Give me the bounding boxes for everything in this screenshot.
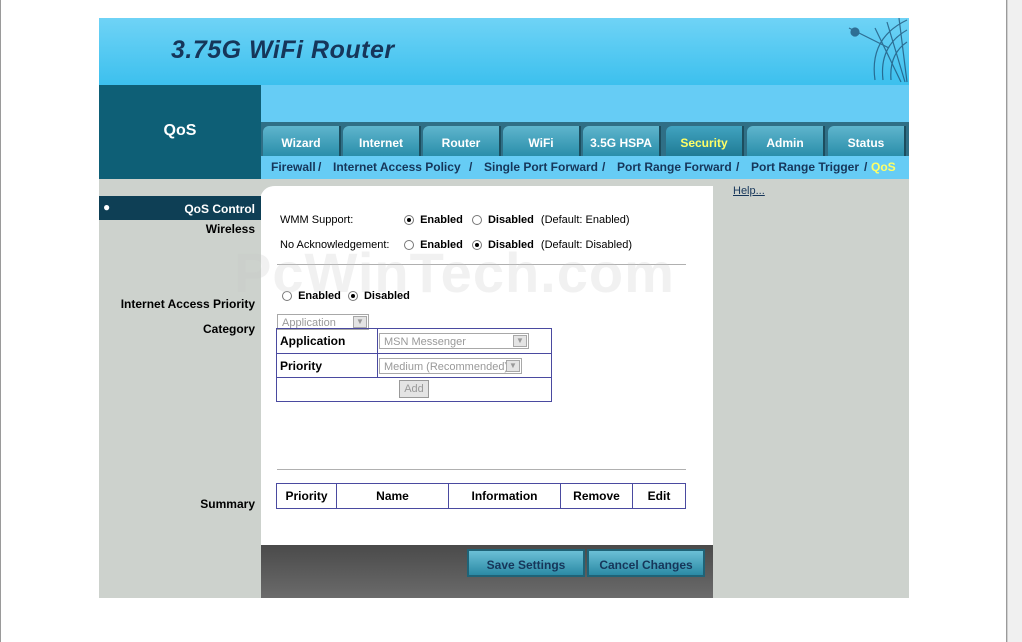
chevron-down-icon: ▼ <box>353 316 367 328</box>
header-row: QoS Wizard Internet Router WiFi 3.5G HSP… <box>99 85 909 179</box>
section-box: QoS <box>99 85 261 179</box>
cancel-changes-button[interactable]: Cancel Changes <box>587 549 705 577</box>
tab-wizard[interactable]: Wizard <box>263 126 341 156</box>
main-tabs: Wizard Internet Router WiFi 3.5G HSPA Se… <box>261 122 909 156</box>
bullet-icon: ● <box>103 200 111 214</box>
divider <box>277 469 686 470</box>
subtab-separator: / <box>602 160 606 174</box>
qos-control-label: QoS Control <box>184 202 255 216</box>
footer-bar: Save Settings Cancel Changes <box>261 545 713 598</box>
priority-select-value: Medium (Recommended) <box>384 360 509 373</box>
save-settings-button[interactable]: Save Settings <box>467 549 585 577</box>
subtab-separator: / <box>864 160 868 174</box>
subtab-internet-access-policy[interactable]: Internet Access Policy <box>333 156 461 179</box>
summary-header-name: Name <box>336 483 449 509</box>
subtab-port-range-trigger[interactable]: Port Range Trigger <box>751 156 859 179</box>
priority-select[interactable]: Medium (Recommended) ▼ <box>379 357 522 374</box>
tab-3.5g-hspa[interactable]: 3.5G HSPA <box>583 126 661 156</box>
wmm-disabled-label: Disabled <box>487 214 534 226</box>
subtab-separator: / <box>736 160 740 174</box>
wmm-support-row: WMM Support: <box>280 214 353 226</box>
qos-control-header: ● QoS Control <box>99 196 261 220</box>
tab-wifi[interactable]: WiFi <box>503 126 581 156</box>
summary-header-priority: Priority <box>276 483 337 509</box>
banner: 3.75G WiFi Router <box>99 18 909 85</box>
category-label: Category <box>202 322 255 336</box>
application-label: Application <box>276 328 378 354</box>
summary-header-remove: Remove <box>560 483 633 509</box>
summary-header-edit: Edit <box>632 483 686 509</box>
watermark: PcWinTech.com <box>234 241 675 304</box>
subtab-qos[interactable]: QoS <box>871 156 896 179</box>
sub-tabs: Firewall / Internet Access Policy / Sing… <box>261 156 909 179</box>
satellite-dish-icon <box>848 18 908 83</box>
subtab-firewall[interactable]: Firewall <box>271 156 316 179</box>
wmm-enabled-label: Enabled <box>420 214 463 226</box>
help-panel: Help... <box>713 179 909 598</box>
tab-security[interactable]: Security <box>666 126 744 156</box>
summary-table: Priority Name Information Remove Edit <box>276 483 686 509</box>
wireless-label: Wireless <box>205 222 255 236</box>
router-title: 3.75G WiFi Router <box>171 36 395 64</box>
application-select-value: MSN Messenger <box>384 336 466 348</box>
wmm-disabled-radio[interactable] <box>471 215 482 225</box>
summary-header-information: Information <box>448 483 561 509</box>
add-cell: Add <box>276 377 552 402</box>
wmm-default-note: (Default: Enabled) <box>540 214 630 226</box>
panel-top-curve <box>261 179 713 195</box>
subtab-port-range-forward[interactable]: Port Range Forward <box>617 156 732 179</box>
chevron-down-icon: ▼ <box>513 335 527 347</box>
wmm-options: Enabled Disabled (Default: Enabled) <box>404 214 630 226</box>
wmm-enabled-radio[interactable] <box>404 215 414 225</box>
section-title: QoS <box>163 122 197 139</box>
tab-status[interactable]: Status <box>828 126 906 156</box>
priority-label: Priority <box>276 353 378 378</box>
subtab-separator: / <box>318 160 322 174</box>
subtab-separator: / <box>469 160 473 174</box>
subtab-single-port-forward[interactable]: Single Port Forward <box>484 156 598 179</box>
tab-internet[interactable]: Internet <box>343 126 421 156</box>
help-link[interactable]: Help... <box>733 185 765 197</box>
vertical-scrollbar[interactable] <box>1007 0 1022 642</box>
router-page: 3.75G WiFi Router QoS Wizard Internet Ro… <box>99 18 909 598</box>
application-select[interactable]: MSN Messenger ▼ <box>379 333 529 349</box>
chevron-down-icon: ▼ <box>506 359 520 372</box>
tab-router[interactable]: Router <box>423 126 501 156</box>
nav-area: Wizard Internet Router WiFi 3.5G HSPA Se… <box>261 85 909 179</box>
summary-label: Summary <box>200 497 255 511</box>
add-button[interactable]: Add <box>399 380 429 398</box>
tab-admin[interactable]: Admin <box>747 126 825 156</box>
wmm-support-label: WMM Support: <box>280 214 354 226</box>
application-form: Application MSN Messenger ▼ Priority Med… <box>276 328 552 402</box>
priority-cell: Medium (Recommended) ▼ <box>377 353 552 378</box>
application-cell: MSN Messenger ▼ <box>377 328 552 354</box>
